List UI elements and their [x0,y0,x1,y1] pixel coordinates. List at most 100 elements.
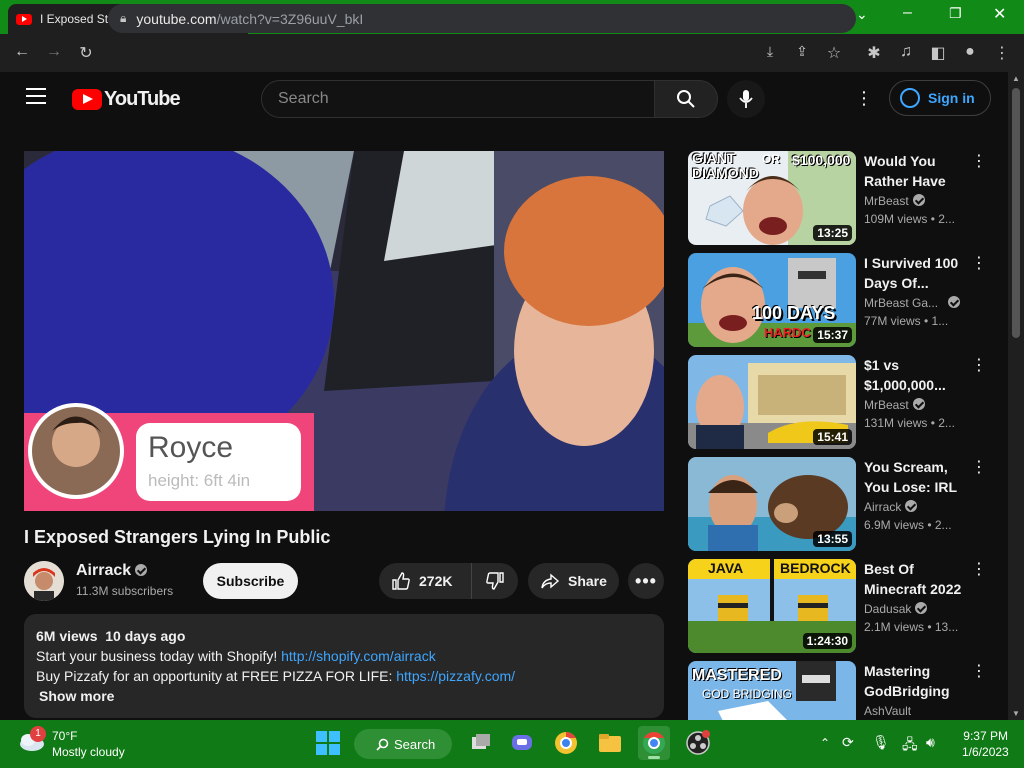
recommendation-thumbnail[interactable]: JAVA BEDROCK 1:24:30 [688,559,856,653]
channel-name[interactable]: Airrack [76,562,148,580]
description-line-1-text: Start your business today with Shopify! [36,648,282,664]
bookmark-star-icon[interactable]: ☆ [824,43,844,63]
recommendation-item[interactable]: 13:55 You Scream, You Lose: IRL Airrack … [688,457,998,551]
microphone-tray-icon[interactable]: 🎙︎ [872,734,890,751]
task-view-icon [472,734,490,749]
extensions-icon[interactable]: ✱ [864,43,884,63]
obs-taskbar-button[interactable] [684,729,712,757]
lock-icon[interactable]: 🔒︎ [120,11,126,26]
search-button[interactable] [654,80,718,118]
search-input[interactable]: Search [261,80,655,118]
youtube-play-icon [72,89,102,110]
clock-date[interactable]: 1/6/2023 [962,745,1009,759]
recommendation-item[interactable]: MASTERED GOD BRIDGING Mastering GodBridg… [688,661,998,720]
like-button[interactable]: 272K [379,563,472,599]
dislike-button[interactable] [472,563,518,599]
duration-badge: 1:24:30 [802,633,852,649]
description-line-1: Start your business today with Shopify! … [36,646,652,666]
recommendation-thumbnail[interactable]: 13:55 [688,457,856,551]
side-panel-icon[interactable]: ◧ [928,43,948,63]
voice-search-button[interactable] [727,80,765,118]
more-vertical-icon[interactable]: ⋮ [971,559,987,579]
settings-more-icon[interactable]: ⋮ [855,88,873,109]
chrome-icon [643,731,665,754]
recommendation-thumbnail[interactable]: 100 DAYS HARDC 15:37 [688,253,856,347]
minimize-icon[interactable]: – [903,4,912,22]
forward-icon[interactable]: → [44,43,64,61]
recommendation-thumbnail[interactable]: 15:41 [688,355,856,449]
recommendation-channel[interactable]: Airrack [864,500,918,514]
recommendation-item[interactable]: GIANT DIAMOND OR $100,000 13:25 Would Yo… [688,151,998,245]
recommendation-views: 131M views • 2... [864,416,955,430]
window-close-icon[interactable]: ✕ [993,4,1006,24]
taskbar-search[interactable]: Search [354,729,452,759]
scroll-up-icon[interactable]: ▲ [1012,74,1020,83]
tab-search-chevron-icon[interactable]: ⌄ [856,6,868,23]
recommendation-channel[interactable]: MrBeast Ga... [864,296,961,310]
recommendation-title[interactable]: $1 vs $1,000,000... [864,355,968,395]
address-bar[interactable]: 🔒︎ youtube.com/watch?v=3Z96uuV_bkI [108,4,856,33]
recommendation-title[interactable]: Best Of Minecraft 2022 [864,559,968,599]
scroll-down-icon[interactable]: ▼ [1012,709,1020,718]
hamburger-menu-icon[interactable] [26,88,46,104]
volume-icon[interactable]: 🔊︎ [926,734,935,751]
file-explorer-button[interactable] [596,729,624,757]
duration-badge: 15:41 [813,429,852,445]
restore-icon[interactable]: ❐ [949,5,962,22]
channel-avatar[interactable] [24,561,64,601]
chrome-alt-button[interactable] [552,729,580,757]
subscribe-button[interactable]: Subscribe [203,563,298,599]
scrollbar-thumb[interactable] [1012,88,1020,338]
recommendation-title[interactable]: You Scream, You Lose: IRL [864,457,968,497]
sign-in-button[interactable]: Sign in [889,80,991,116]
description-box[interactable]: 6M views 10 days ago Start your business… [24,614,664,718]
share-page-icon[interactable]: ⇪ [792,43,812,60]
install-app-icon[interactable]: ⤓ [760,43,780,60]
overlay-height: height: 6ft 4in [148,471,251,490]
recommendation-channel[interactable]: AshVault [864,704,911,718]
task-view-button[interactable] [466,729,494,757]
recommendation-title[interactable]: Mastering GodBridging i... [864,661,968,701]
more-vertical-icon[interactable]: ⋮ [971,661,987,681]
sync-icon[interactable]: ⟳ [842,734,854,751]
share-button[interactable]: Share [528,563,619,599]
weather-widget[interactable]: 1 [18,726,46,752]
recommendation-thumbnail[interactable]: MASTERED GOD BRIDGING [688,661,856,720]
clock-time[interactable]: 9:37 PM [962,729,1008,743]
verified-icon [915,602,928,614]
more-vertical-icon[interactable]: ⋮ [971,457,987,477]
show-more-button[interactable]: Show more [36,686,652,706]
pizzafy-link[interactable]: https://pizzafy.com/ [396,668,515,684]
recommendation-thumbnail[interactable]: GIANT DIAMOND OR $100,000 13:25 [688,151,856,245]
shopify-link[interactable]: http://shopify.com/airrack [281,648,436,664]
chrome-menu-icon[interactable]: ⋮ [992,43,1012,63]
back-icon[interactable]: ← [12,43,32,61]
teams-chat-button[interactable] [508,729,536,757]
recommendation-item[interactable]: 100 DAYS HARDC 15:37 I Survived 100 Days… [688,253,998,347]
recommendation-title[interactable]: Would You Rather Have A... [864,151,968,191]
media-controls-icon[interactable]: ♫ [896,43,916,61]
more-vertical-icon[interactable]: ⋮ [971,355,987,375]
recommendation-channel[interactable]: Dadusak [864,602,928,616]
recommendation-channel[interactable]: MrBeast [864,398,925,412]
video-player[interactable]: Royce height: 6ft 4in [24,151,664,511]
thumb-text-1: JAVA [708,560,744,576]
chrome-taskbar-button[interactable] [638,726,670,760]
recommendation-title[interactable]: I Survived 100 Days Of... [864,253,968,293]
network-icon[interactable]: 🖧︎ [902,734,918,758]
microphone-icon [739,90,753,108]
more-vertical-icon[interactable]: ⋮ [971,253,987,273]
more-vertical-icon[interactable]: ⋮ [971,151,987,171]
duration-badge: 13:55 [813,531,852,547]
recommendation-channel[interactable]: MrBeast [864,194,925,208]
start-button[interactable] [314,729,342,757]
youtube-logo[interactable]: YouTube [72,88,181,111]
page-scrollbar[interactable]: ▲ ▼ [1008,72,1024,720]
reload-icon[interactable]: ↻ [76,43,96,63]
more-actions-button[interactable]: ••• [628,563,664,599]
show-hidden-icons-icon[interactable]: ⌃ [820,736,830,750]
thumb-text-2: GOD BRIDGING [702,687,793,701]
recommendation-item[interactable]: 15:41 $1 vs $1,000,000... MrBeast 131M v… [688,355,998,449]
recommendation-item[interactable]: JAVA BEDROCK 1:24:30 Best Of Minecraft 2… [688,559,998,653]
profile-icon[interactable]: ● [960,43,980,61]
